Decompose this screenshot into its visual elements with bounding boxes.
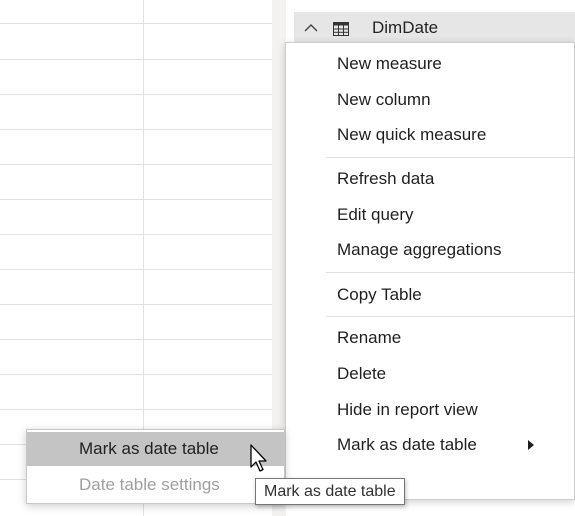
- context-menu: New measure New column New quick measure…: [285, 42, 575, 500]
- grid-row-line: [0, 23, 272, 24]
- table-icon: [333, 22, 349, 36]
- menu-item-manage-aggregations[interactable]: Manage aggregations: [286, 233, 574, 267]
- menu-item-new-quick-measure[interactable]: New quick measure: [286, 118, 574, 152]
- menu-item-label: Mark as date table: [337, 435, 477, 454]
- mouse-pointer-icon: [250, 444, 267, 472]
- tooltip: Mark as date table: [255, 478, 405, 505]
- menu-item-refresh-data[interactable]: Refresh data: [286, 162, 574, 196]
- caret-right-icon: [528, 440, 534, 450]
- grid-row-line: [0, 59, 272, 60]
- submenu-item-date-table-settings[interactable]: Date table settings: [27, 468, 284, 502]
- menu-separator: [326, 316, 574, 317]
- table-name-label: DimDate: [372, 18, 439, 37]
- table-header-dimdate[interactable]: DimDate: [294, 12, 575, 44]
- menu-separator: [326, 157, 574, 158]
- mark-as-date-table-submenu: Mark as date table Date table settings: [26, 429, 285, 504]
- grid-row-line: [0, 234, 272, 235]
- submenu-item-mark-as-date-table[interactable]: Mark as date table: [27, 432, 284, 466]
- menu-item-delete[interactable]: Delete: [286, 357, 574, 391]
- menu-item-copy-table[interactable]: Copy Table: [286, 278, 574, 312]
- grid-row-line: [0, 269, 272, 270]
- grid-row-line: [0, 199, 272, 200]
- grid-row-line: [0, 94, 272, 95]
- menu-item-rename[interactable]: Rename: [286, 321, 574, 355]
- chevron-up-icon[interactable]: [304, 21, 318, 35]
- menu-item-new-column[interactable]: New column: [286, 83, 574, 117]
- grid-row-line: [0, 339, 272, 340]
- grid-row-line: [0, 129, 272, 130]
- grid-row-line: [0, 164, 272, 165]
- grid-row-line: [0, 409, 272, 410]
- menu-item-edit-query[interactable]: Edit query: [286, 198, 574, 232]
- menu-item-mark-as-date-table[interactable]: Mark as date table: [286, 428, 574, 462]
- grid-row-line: [0, 304, 272, 305]
- menu-separator: [326, 272, 574, 273]
- menu-item-new-measure[interactable]: New measure: [286, 47, 574, 81]
- menu-item-hide-in-report-view[interactable]: Hide in report view: [286, 393, 574, 427]
- grid-row-line: [0, 374, 272, 375]
